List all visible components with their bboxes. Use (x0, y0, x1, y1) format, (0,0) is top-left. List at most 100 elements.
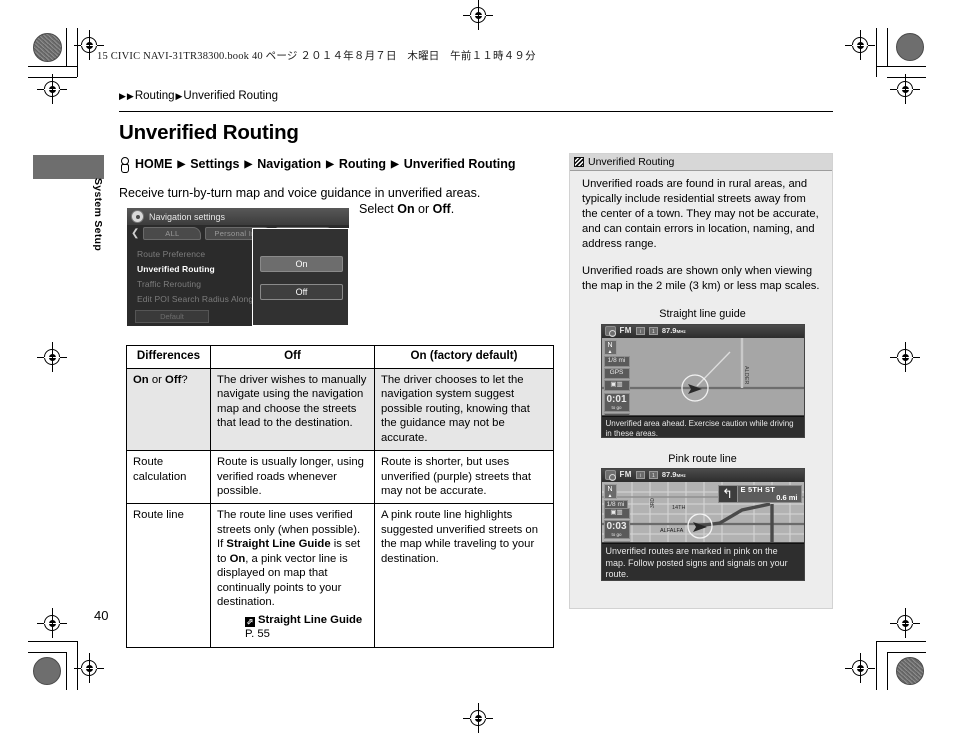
registration-mark (845, 653, 875, 683)
select-middle: or (414, 202, 433, 216)
status-icons: ▣▥ (603, 380, 630, 392)
popup-off-button[interactable]: Off (260, 284, 343, 300)
reference-arrow-icon: ⬀ (245, 616, 255, 627)
row-off-cell: Route is usually longer, using verified … (210, 450, 375, 505)
crop-line (887, 652, 888, 690)
gear-icon (132, 211, 143, 222)
column-header-on-bold: (factory default) (429, 349, 518, 362)
row-on-cell: The driver chooses to let the navigation… (374, 367, 554, 452)
default-button[interactable]: Default (135, 310, 209, 323)
chevron-right-icon: ▶ (119, 90, 126, 101)
registration-mark (890, 74, 920, 104)
figure2-wrapper: FM i 1 87.9MHz 14TH 3RD ALFALFA N ▲ 1/8 … (600, 467, 805, 581)
table-header-row: Differences Off On (factory default) (126, 345, 554, 369)
eta-remaining: 0:03 to go (603, 520, 630, 540)
breadcrumb-item-unverified-routing[interactable]: Unverified Routing (183, 90, 278, 102)
svg-text:ALFALFA: ALFALFA (660, 528, 684, 534)
chevron-right-icon: ▶ (126, 90, 134, 101)
compass-icon: N ▲ (603, 483, 617, 499)
crop-line (887, 652, 926, 653)
crop-line (28, 652, 67, 653)
row-label-on-or-off: On or Off? (126, 367, 211, 452)
map1-topbar: FM i 1 87.9MHz (601, 324, 804, 338)
select-prefix: Select (359, 202, 398, 216)
map2-canvas: 14TH 3RD ALFALFA N ▲ 1/8 mi ▣▥ 0:03 to go … (601, 481, 804, 542)
chevron-right-icon: ▶ (175, 90, 183, 101)
compass-direction: N (607, 485, 613, 493)
eta-value: 0:03 (606, 521, 627, 533)
map1-frequency-value: 87.9 (661, 326, 677, 336)
row-off-cell: The route line uses verified streets onl… (210, 503, 375, 648)
navigation-settings-screenshot: Navigation settings ❮ ALL Personal Info … (127, 208, 349, 326)
cross-reference[interactable]: ⬀ Straight Line Guide P. 55 (217, 613, 368, 642)
turn-guidance-box: ↰ E 5TH ST 0.6 mi (717, 484, 802, 503)
figure2-notice-bar: Unverified routes are marked in pink on … (600, 542, 805, 581)
sidebar-heading-text: Unverified Routing (588, 156, 675, 168)
color-blob-top-right (896, 33, 924, 61)
map1-frequency-unit: MHz (676, 329, 686, 335)
map1-canvas: ALDER N▲ 1/8 mi GPS ▣▥ 0:01to go 0.2mi (601, 337, 804, 415)
next-turn-distance: 0.6 mi (741, 493, 797, 502)
figure2-notice-text: Unverified routes are marked in pink on … (601, 542, 804, 580)
eta-value: 0:01 (606, 393, 627, 405)
crop-line (28, 641, 77, 642)
back-arrow-icon[interactable]: ❮ (131, 228, 139, 239)
nav-path-settings[interactable]: Settings (190, 157, 239, 171)
sidebar-body: Unverified roads are found in rural area… (570, 171, 832, 581)
home-icon (119, 157, 129, 173)
breadcrumb-item-routing[interactable]: Routing (135, 90, 175, 102)
table-row: Route line The route line uses verified … (126, 503, 554, 648)
row-label-route-line: Route line (126, 503, 211, 648)
svg-text:3RD: 3RD (650, 498, 656, 508)
turn-arrow-icon: ↰ (717, 484, 738, 503)
nav-path-navigation[interactable]: Navigation (257, 157, 321, 171)
crop-line (876, 641, 926, 642)
color-blob-top-left (33, 33, 62, 62)
sidebar-panel: Unverified Routing Unverified roads are … (569, 153, 833, 609)
nav-path-routing[interactable]: Routing (339, 157, 386, 171)
figure1-wrapper: FM i 1 87.9MHz ALDER N ▲ 1/8 mi GPS ▣▥ 0… (600, 323, 805, 438)
tab-all[interactable]: ALL (143, 227, 202, 240)
audio-source-icon (604, 470, 616, 481)
intro-text: Receive turn-by-turn map and voice guida… (119, 186, 481, 200)
row-on-cell: A pink route line highlights suggested u… (374, 503, 554, 648)
crop-line (66, 652, 67, 690)
status-icons: ▣▥ (603, 507, 630, 519)
map1-frequency: 87.9MHz (662, 326, 686, 336)
figure1-notice-bar: Unverified area ahead. Exercise caution … (600, 415, 805, 438)
turn-guidance-text: E 5TH ST 0.6 mi (737, 484, 802, 503)
map2-topbar: FM i 1 87.9MHz (601, 468, 804, 482)
map1-preset-box: 1 (648, 327, 658, 336)
column-header-on: On (factory default) (374, 345, 554, 369)
sidebar-paragraph-2: Unverified roads are shown only when vie… (582, 265, 820, 293)
nav-screenshot-titlebar: Navigation settings (127, 208, 349, 225)
reference-title: Straight Line Guide (258, 613, 363, 626)
chevron-right-icon: ▶ (244, 158, 253, 170)
map1-info-box: i (635, 327, 645, 336)
map1-hud: N▲ 1/8 mi GPS ▣▥ 0:01to go 0.2mi (603, 339, 630, 415)
column-header-on-plain: On (410, 349, 430, 362)
registration-mark (890, 342, 920, 372)
nav-path-unverified-routing[interactable]: Unverified Routing (404, 157, 516, 171)
registration-mark (74, 653, 104, 683)
svg-text:ALDER: ALDER (743, 366, 749, 384)
row-off-cell: The driver wishes to manually navigate u… (210, 367, 375, 452)
figure2-caption: Pink route line (668, 452, 737, 465)
table-row: On or Off? The driver wishes to manually… (126, 367, 554, 452)
map2-info-box: i (635, 471, 645, 480)
differences-table: Differences Off On (factory default) On … (126, 345, 554, 648)
chevron-right-icon: ▶ (326, 158, 334, 170)
nav-path-home[interactable]: HOME (135, 157, 173, 171)
registration-mark (890, 608, 920, 638)
map2-frequency-value: 87.9 (661, 470, 677, 480)
page-number: 40 (94, 608, 109, 623)
color-blob-bottom-left (33, 657, 61, 685)
crop-line (66, 28, 67, 66)
registration-mark (463, 703, 493, 733)
crop-line (876, 66, 926, 67)
registration-mark (37, 342, 67, 372)
select-instruction: Select On or Off. (359, 202, 454, 216)
row-label-route-calculation: Route calculation (126, 450, 211, 505)
map2-source-label: FM (619, 470, 632, 480)
popup-on-button[interactable]: On (260, 256, 343, 272)
